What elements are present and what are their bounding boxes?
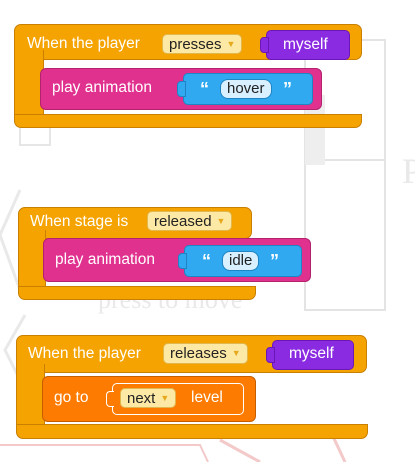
- hat-label: When the player: [27, 35, 140, 52]
- level-dropdown[interactable]: next ▼: [120, 388, 177, 408]
- chevron-down-icon: ▼: [231, 348, 241, 358]
- open-quote-icon: “: [202, 251, 211, 271]
- connector-notch-icon: [266, 347, 275, 363]
- chevron-down-icon: ▼: [226, 39, 236, 49]
- dropdown-value: presses: [169, 36, 222, 53]
- target-object-label: myself: [289, 345, 334, 362]
- dropdown-value: releases: [170, 345, 227, 362]
- hat-label: When the player: [28, 345, 141, 362]
- statement-label: go to: [54, 389, 89, 406]
- chevron-down-icon: ▼: [160, 393, 170, 403]
- text-value[interactable]: hover: [220, 79, 272, 99]
- event-block-body: [18, 230, 46, 291]
- connector-notch-icon: [260, 37, 269, 53]
- text-value[interactable]: idle: [222, 251, 260, 271]
- connector-notch-icon: [178, 253, 187, 269]
- dropdown-value: released: [154, 213, 212, 230]
- event-block-foot: [16, 424, 368, 439]
- trigger-dropdown[interactable]: releases ▼: [163, 343, 248, 364]
- event-block-foot: [18, 286, 256, 300]
- connector-notch-icon: [177, 81, 186, 97]
- statement-label: play animation: [55, 251, 155, 268]
- dropdown-value: next: [127, 390, 156, 407]
- stage-event-dropdown[interactable]: released ▼: [147, 211, 233, 231]
- close-quote-icon: ”: [283, 79, 292, 99]
- chevron-down-icon: ▼: [216, 216, 226, 226]
- trigger-dropdown[interactable]: presses ▼: [162, 34, 243, 54]
- statement-label: play animation: [52, 79, 152, 96]
- background-label-right: P: [402, 151, 415, 191]
- event-block-foot: [14, 114, 362, 128]
- level-suffix-label: level: [191, 389, 223, 406]
- close-quote-icon: ”: [270, 251, 279, 271]
- hat-label: When stage is: [30, 213, 129, 230]
- open-quote-icon: “: [200, 79, 209, 99]
- connector-notch-icon: [106, 391, 114, 407]
- target-object-label: myself: [283, 36, 328, 53]
